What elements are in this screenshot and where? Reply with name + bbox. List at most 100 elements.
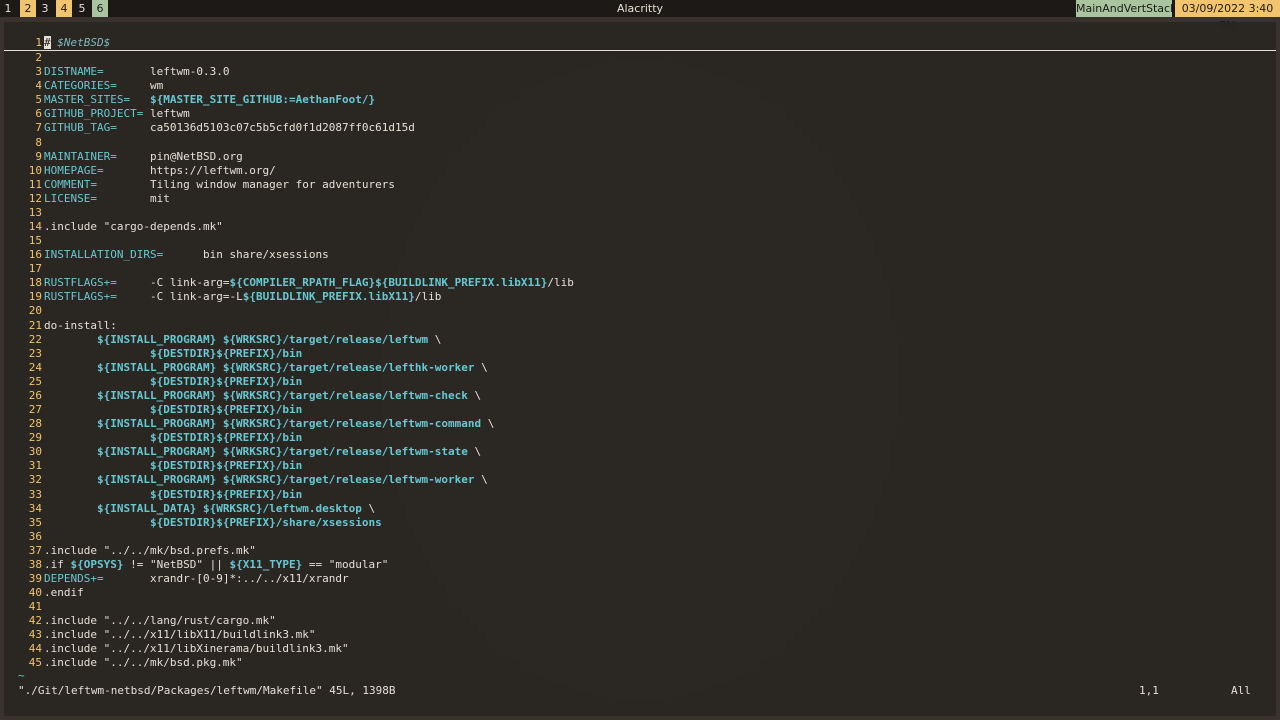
code-line[interactable]: 39 DEPENDS+= xrandr-[0-9]*:../../x11/xran… — [4, 572, 1276, 586]
code-line[interactable]: 21 do-install: — [4, 319, 1276, 333]
code-line[interactable]: 4 CATEGORIES= wm — [4, 79, 1276, 93]
code-token: ${INSTALL_PROGRAM} ${WRKSRC}/target/rele… — [96, 473, 475, 487]
code-line[interactable]: 26 ${INSTALL_PROGRAM} ${WRKSRC}/target/r… — [4, 389, 1276, 403]
code-line[interactable]: 29 ${DESTDIR}${PREFIX}/bin — [4, 431, 1276, 445]
code-token: RUSTFLAGS+= — [44, 276, 117, 290]
code-line[interactable]: 43 .include "../../x11/libX11/buildlink3.… — [4, 628, 1276, 642]
editor-buffer[interactable]: 1 # $NetBSD$ 2 3 DISTNAME= leftwm-0.3.0 4 CATE… — [4, 36, 1276, 671]
line-text: DISTNAME= leftwm-0.3.0 — [44, 65, 229, 79]
code-token: mit — [96, 191, 170, 205]
code-token: -C link-arg=-L — [116, 290, 243, 304]
code-line[interactable]: 22 ${INSTALL_PROGRAM} ${WRKSRC}/target/r… — [4, 333, 1276, 347]
line-text: # $NetBSD$ — [44, 36, 110, 50]
code-token: != "NetBSD" || — [123, 557, 230, 571]
empty-line-marker: ~ — [18, 669, 25, 682]
code-line[interactable]: 12 LICENSE= mit — [4, 192, 1276, 206]
line-number: 39 — [28, 571, 42, 585]
code-line[interactable]: 30 ${INSTALL_PROGRAM} ${WRKSRC}/target/r… — [4, 445, 1276, 459]
terminal-window[interactable]: 1 # $NetBSD$ 2 3 DISTNAME= leftwm-0.3.0 4 CATE… — [4, 22, 1276, 716]
code-line[interactable]: 10 HOMEPAGE= https://leftwm.org/ — [4, 164, 1276, 178]
code-line[interactable]: 18 RUSTFLAGS+= -C link-arg=${COMPILER_RPA… — [4, 276, 1276, 290]
code-line[interactable]: 34 ${INSTALL_DATA} ${WRKSRC}/leftwm.desk… — [4, 502, 1276, 516]
line-number: 26 — [28, 388, 42, 402]
cursor-position: 1,1 — [1139, 684, 1159, 697]
line-text: ${INSTALL_PROGRAM} ${WRKSRC}/target/rele… — [44, 473, 488, 487]
code-line[interactable]: 23 ${DESTDIR}${PREFIX}/bin — [4, 347, 1276, 361]
code-token: \ — [467, 388, 482, 402]
line-text: ${DESTDIR}${PREFIX}/bin — [44, 403, 302, 417]
code-line[interactable]: 8 — [4, 136, 1276, 150]
code-line[interactable]: 5 MASTER_SITES= ${MASTER_SITE_GITHUB:=Aet… — [4, 93, 1276, 107]
code-line[interactable]: 14 .include "cargo-depends.mk" — [4, 220, 1276, 234]
code-token: Tiling window manager for adventurers — [96, 177, 395, 191]
code-token: ${COMPILER_RPATH_FLAG}${BUILDLINK_PREFIX… — [229, 276, 548, 290]
code-line[interactable]: 44 .include "../../x11/libXinerama/buildl… — [4, 642, 1276, 656]
line-number: 6 — [35, 107, 42, 121]
code-line[interactable]: 36 — [4, 530, 1276, 544]
line-number: 23 — [28, 346, 42, 360]
code-line[interactable]: 42 .include "../../lang/rust/cargo.mk" — [4, 614, 1276, 628]
line-number: 37 — [28, 543, 42, 557]
clock: 03/09/2022 3:40 PM — [1175, 0, 1280, 32]
code-token: do-install: — [44, 318, 117, 332]
code-line[interactable]: 41 — [4, 600, 1276, 614]
code-token: \ — [361, 501, 376, 515]
code-line[interactable]: 33 ${DESTDIR}${PREFIX}/bin — [4, 488, 1276, 502]
code-line[interactable]: 35 ${DESTDIR}${PREFIX}/share/xsessions — [4, 516, 1276, 530]
code-token: RUSTFLAGS+= — [44, 290, 117, 304]
code-line[interactable]: 6 GITHUB_PROJECT= leftwm — [4, 107, 1276, 121]
line-number: 4 — [35, 79, 42, 93]
line-text: ${DESTDIR}${PREFIX}/share/xsessions — [44, 516, 382, 530]
line-number: 13 — [28, 205, 42, 219]
code-line[interactable]: 31 ${DESTDIR}${PREFIX}/bin — [4, 459, 1276, 473]
line-number: 28 — [28, 417, 42, 431]
code-line[interactable]: 32 ${INSTALL_PROGRAM} ${WRKSRC}/target/r… — [4, 473, 1276, 487]
line-text: ${INSTALL_DATA} ${WRKSRC}/leftwm.desktop… — [44, 502, 375, 516]
code-line[interactable]: 3 DISTNAME= leftwm-0.3.0 — [4, 65, 1276, 79]
line-number: 36 — [28, 529, 42, 543]
line-text: ${INSTALL_PROGRAM} ${WRKSRC}/target/rele… — [44, 333, 441, 347]
line-number: 19 — [28, 290, 42, 304]
code-line[interactable]: 13 — [4, 206, 1276, 220]
code-line[interactable]: 24 ${INSTALL_PROGRAM} ${WRKSRC}/target/r… — [4, 361, 1276, 375]
line-number: 14 — [28, 220, 42, 234]
code-line[interactable]: 11 COMMENT= Tiling window manager for adv… — [4, 178, 1276, 192]
layout-indicator[interactable]: MainAndVertStack — [1076, 0, 1176, 17]
code-line[interactable]: 9 MAINTAINER= pin@NetBSD.org — [4, 150, 1276, 164]
line-number: 35 — [28, 515, 42, 529]
code-line[interactable]: 45 .include "../../mk/bsd.pkg.mk" — [4, 656, 1276, 670]
line-text: MAINTAINER= pin@NetBSD.org — [44, 150, 243, 164]
code-line[interactable]: 2 — [4, 51, 1276, 65]
line-text: GITHUB_PROJECT= leftwm — [44, 107, 190, 121]
line-text: .include "../../mk/bsd.prefs.mk" — [44, 544, 256, 558]
code-line[interactable]: 16 INSTALLATION_DIRS= bin share/xsessions — [4, 248, 1276, 262]
code-token: DISTNAME= — [44, 65, 104, 79]
code-token: -C link-arg= — [116, 276, 230, 290]
code-line[interactable]: 27 ${DESTDIR}${PREFIX}/bin — [4, 403, 1276, 417]
code-line[interactable]: 17 — [4, 262, 1276, 276]
code-line[interactable]: 40 .endif — [4, 586, 1276, 600]
code-line[interactable]: 38 .if ${OPSYS} != "NetBSD" || ${X11_TYPE… — [4, 558, 1276, 572]
code-line[interactable]: 15 — [4, 234, 1276, 248]
code-line[interactable]: 20 — [4, 304, 1276, 318]
code-token: .if — [44, 557, 71, 571]
code-token: \ — [428, 332, 442, 346]
code-line[interactable]: 1 # $NetBSD$ — [4, 36, 1276, 52]
code-line[interactable]: 25 ${DESTDIR}${PREFIX}/bin — [4, 375, 1276, 389]
code-line[interactable]: 28 ${INSTALL_PROGRAM} ${WRKSRC}/target/r… — [4, 417, 1276, 431]
line-number: 44 — [28, 642, 42, 656]
code-token: COMMENT= — [44, 177, 97, 191]
code-line[interactable]: 19 RUSTFLAGS+= -C link-arg=-L${BUILDLINK_… — [4, 290, 1276, 304]
line-number: 40 — [28, 586, 42, 600]
line-text: COMMENT= Tiling window manager for adven… — [44, 178, 395, 192]
line-number: 43 — [28, 628, 42, 642]
code-line[interactable]: 37 .include "../../mk/bsd.prefs.mk" — [4, 544, 1276, 558]
code-line[interactable]: 7 GITHUB_TAG= ca50136d5103c07c5b5cfd0f1d2… — [4, 121, 1276, 135]
